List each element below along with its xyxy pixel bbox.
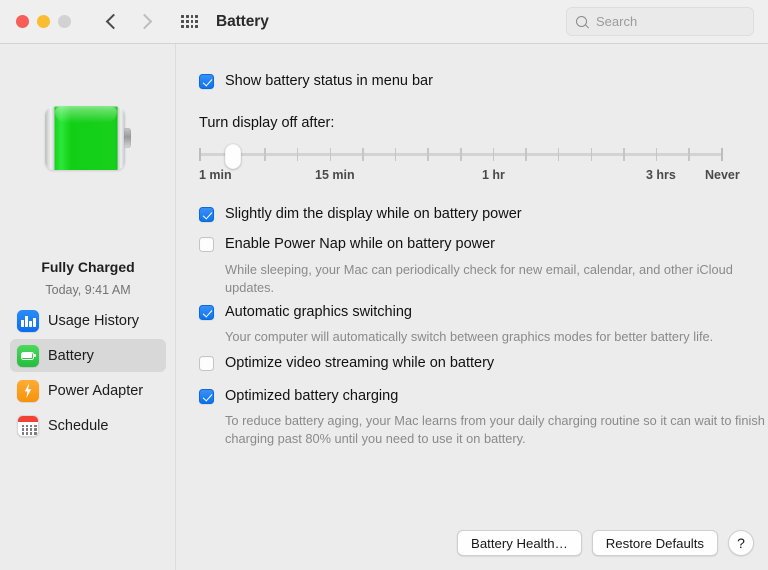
show-all-grid-icon[interactable] (181, 15, 198, 28)
sidebar-item-battery[interactable]: Battery (10, 339, 166, 372)
checkbox-power-nap[interactable] (199, 237, 214, 252)
back-icon[interactable] (105, 15, 118, 28)
sidebar-item-label: Schedule (48, 417, 109, 434)
main-content: Show battery status in menu bar Turn dis… (177, 44, 768, 570)
slider-tick (557, 148, 560, 161)
option-power-nap[interactable]: Enable Power Nap while on battery power (199, 236, 495, 253)
charge-time-text: Today, 9:41 AM (45, 283, 131, 297)
slider-tick (590, 148, 592, 161)
slider-tick (688, 148, 690, 161)
checkbox-optimize-video-streaming[interactable] (199, 356, 214, 371)
battery-health-button[interactable]: Battery Health… (457, 530, 582, 556)
sidebar-list: Usage History Battery Power Adapter Sche… (0, 302, 176, 444)
slider-tick (721, 148, 723, 161)
sidebar-item-schedule[interactable]: Schedule (10, 409, 166, 442)
calendar-icon (17, 414, 39, 437)
slider-tick (199, 148, 201, 161)
checkbox-automatic-graphics-switching[interactable] (199, 305, 214, 320)
option-automatic-graphics-switching[interactable]: Automatic graphics switching (199, 304, 412, 321)
checkbox-label: Automatic graphics switching (225, 304, 412, 320)
slider-tick (394, 148, 397, 161)
display-off-label: Turn display off after: (199, 115, 335, 131)
option-optimize-video-streaming[interactable]: Optimize video streaming while on batter… (199, 355, 494, 372)
sidebar: Fully Charged Today, 9:41 AM Usage Histo… (0, 44, 176, 570)
slider-tick (362, 148, 364, 161)
slider-tick (460, 148, 462, 161)
battery-status-illustration (44, 106, 131, 170)
sidebar-item-label: Battery (48, 347, 94, 364)
checkbox-label: Slightly dim the display while on batter… (225, 206, 522, 222)
page-title: Battery (216, 12, 269, 30)
slider-label-1min: 1 min (199, 168, 232, 182)
button-row: Battery Health… Restore Defaults ? (457, 530, 754, 556)
window-toolbar: Battery (0, 0, 768, 44)
checkbox-optimized-battery-charging[interactable] (199, 389, 214, 404)
slider-label-1hr: 1 hr (482, 168, 505, 182)
option-description-power-nap: While sleeping, your Mac can periodicall… (225, 262, 733, 295)
navigation-controls (105, 15, 151, 28)
slider-tick (427, 148, 429, 161)
forward-icon[interactable] (138, 15, 151, 28)
minimize-button[interactable] (37, 15, 50, 28)
slider-thumb[interactable] (224, 144, 241, 169)
slider-tick-labels: 1 min 15 min 1 hr 3 hrs Never (199, 168, 759, 184)
traffic-lights (16, 15, 71, 28)
slider-tick (329, 148, 331, 161)
slider-tick (655, 148, 658, 161)
option-description-graphics-switching: Your computer will automatically switch … (225, 329, 714, 344)
slider-label-15min: 15 min (315, 168, 355, 182)
slider-label-never: Never (705, 168, 740, 182)
slider-tick (296, 148, 299, 161)
search-input[interactable] (596, 14, 736, 29)
checkbox-slightly-dim[interactable] (199, 207, 214, 222)
option-optimized-battery-charging[interactable]: Optimized battery charging (199, 388, 398, 405)
close-button[interactable] (16, 15, 29, 28)
option-slightly-dim[interactable]: Slightly dim the display while on batter… (199, 206, 522, 223)
search-field[interactable] (566, 7, 754, 36)
option-show-battery-status[interactable]: Show battery status in menu bar (199, 73, 433, 90)
help-button[interactable]: ? (728, 530, 754, 556)
lightning-bolt-icon (17, 379, 39, 402)
sidebar-item-usage-history[interactable]: Usage History (10, 304, 166, 337)
checkbox-label: Optimized battery charging (225, 388, 399, 404)
checkbox-label: Show battery status in menu bar (225, 73, 433, 89)
checkbox-label: Optimize video streaming while on batter… (225, 355, 495, 371)
slider-tick (623, 148, 625, 161)
battery-preferences-window: Battery Fully Charged Today, 9:41 AM Usa… (0, 0, 768, 570)
slider-label-3hrs: 3 hrs (646, 168, 676, 182)
checkbox-label: Enable Power Nap while on battery power (225, 236, 496, 252)
checkbox-show-battery-status[interactable] (199, 74, 214, 89)
slider-tick (492, 148, 495, 161)
search-icon (575, 15, 589, 29)
battery-icon (17, 344, 39, 367)
sidebar-item-label: Power Adapter (48, 382, 144, 399)
slider-tick (264, 148, 266, 161)
zoom-button[interactable] (58, 15, 71, 28)
bar-chart-icon (17, 309, 39, 332)
restore-defaults-button[interactable]: Restore Defaults (591, 530, 718, 556)
option-description-optimized-charging: To reduce battery aging, your Mac learns… (225, 413, 765, 446)
charge-status-text: Fully Charged (41, 259, 135, 275)
slider-tick (525, 148, 527, 161)
sidebar-item-power-adapter[interactable]: Power Adapter (10, 374, 166, 407)
sidebar-item-label: Usage History (48, 312, 140, 329)
